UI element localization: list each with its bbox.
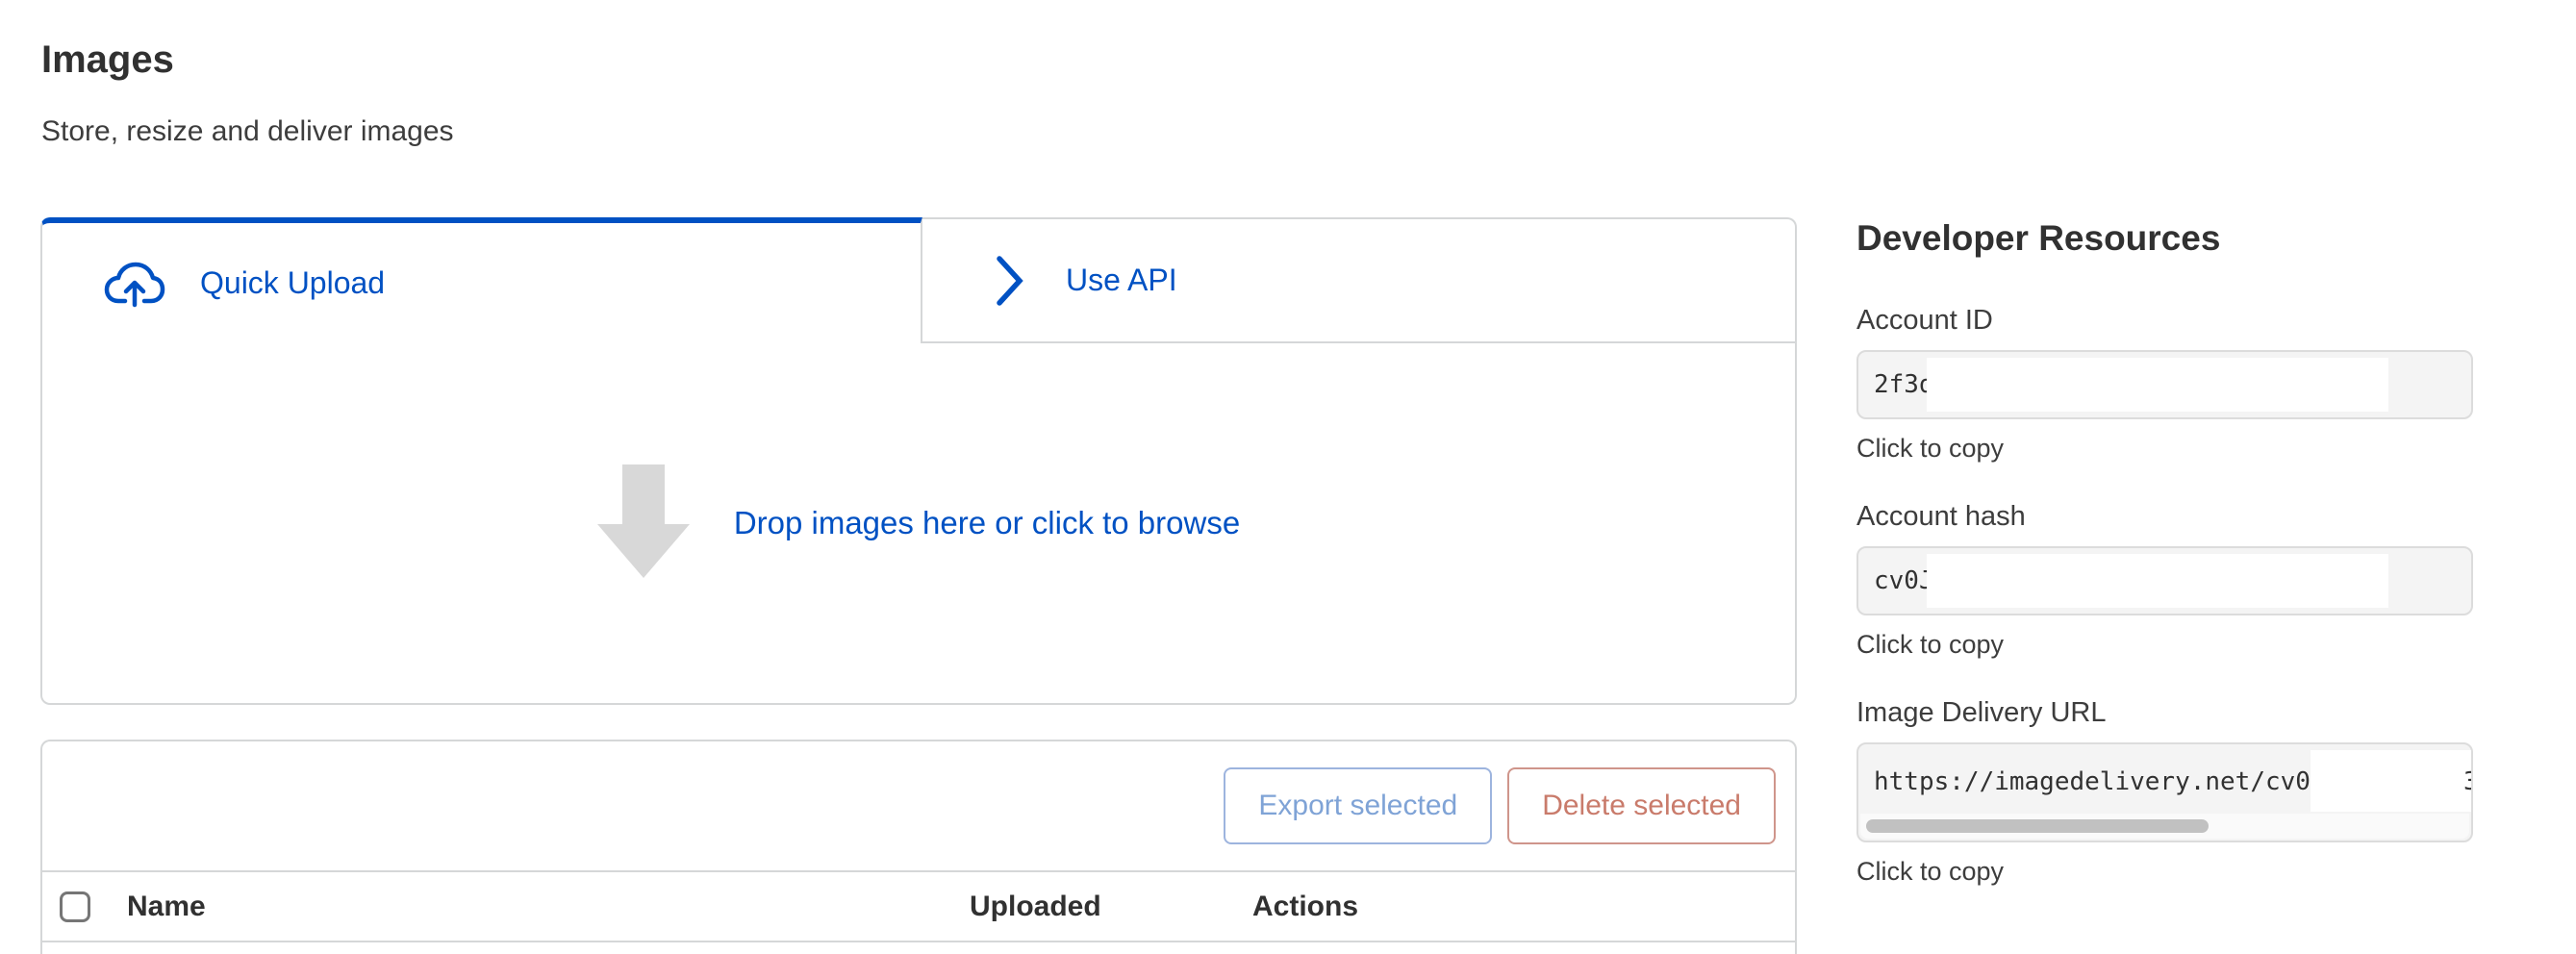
account-hash-copy-hint: Click to copy [1856, 629, 2477, 660]
truncated-character-fragment: 3 [2463, 767, 2473, 800]
account-hash-value: cv0J [1874, 566, 1934, 595]
horizontal-scrollbar-track [1860, 814, 2469, 839]
account-id-copy-hint: Click to copy [1856, 433, 2477, 464]
image-delivery-url-label: Image Delivery URL [1856, 696, 2477, 729]
upload-tabs: Quick Upload Use API [40, 217, 1797, 343]
chevron-right-icon [995, 254, 1025, 308]
account-id-label: Account ID [1856, 304, 2477, 337]
delete-selected-button[interactable]: Delete selected [1507, 767, 1776, 844]
redaction-overlay [1927, 358, 2388, 412]
developer-resources-title: Developer Resources [1856, 217, 2477, 260]
images-page: Images Store, resize and deliver images … [0, 0, 2576, 954]
redaction-overlay [1927, 554, 2388, 608]
account-hash-field[interactable]: cv0J [1856, 546, 2473, 615]
image-delivery-url-copy-hint: Click to copy [1856, 856, 2477, 887]
column-header-uploaded: Uploaded [970, 891, 1252, 923]
images-table-panel: Export selected Delete selected Name Upl… [40, 740, 1797, 954]
image-delivery-url-value: https://imagedelivery.net/cv0JS [1874, 767, 2340, 796]
arrow-down-icon [597, 464, 690, 583]
account-id-value: 2f3d [1874, 370, 1934, 399]
image-drop-zone[interactable]: Drop images here or click to browse [40, 343, 1797, 705]
tab-use-api-label: Use API [1066, 263, 1177, 298]
table-header-row: Name Uploaded Actions [42, 870, 1795, 942]
main-column: Quick Upload Use API Drop images here or… [40, 217, 1797, 954]
redaction-overlay [2311, 750, 2472, 812]
account-hash-label: Account hash [1856, 500, 2477, 533]
select-all-checkbox[interactable] [60, 891, 90, 922]
column-header-actions: Actions [1252, 891, 1358, 923]
drop-zone-label: Drop images here or click to browse [734, 505, 1240, 541]
cloud-upload-icon [104, 260, 165, 308]
column-header-name: Name [127, 891, 970, 923]
page-subtitle: Store, resize and deliver images [41, 115, 454, 148]
page-title: Images [41, 38, 174, 82]
image-delivery-url-field[interactable]: https://imagedelivery.net/cv0JS 3 [1856, 742, 2473, 842]
tab-quick-upload[interactable]: Quick Upload [40, 217, 922, 343]
export-selected-button[interactable]: Export selected [1224, 767, 1492, 844]
tab-use-api[interactable]: Use API [922, 217, 1797, 343]
tab-quick-upload-label: Quick Upload [200, 265, 385, 301]
account-id-field[interactable]: 2f3d [1856, 350, 2473, 419]
horizontal-scrollbar-thumb[interactable] [1866, 819, 2209, 833]
developer-resources-panel: Developer Resources Account ID 2f3d Clic… [1856, 217, 2477, 923]
table-toolbar: Export selected Delete selected [42, 741, 1795, 870]
